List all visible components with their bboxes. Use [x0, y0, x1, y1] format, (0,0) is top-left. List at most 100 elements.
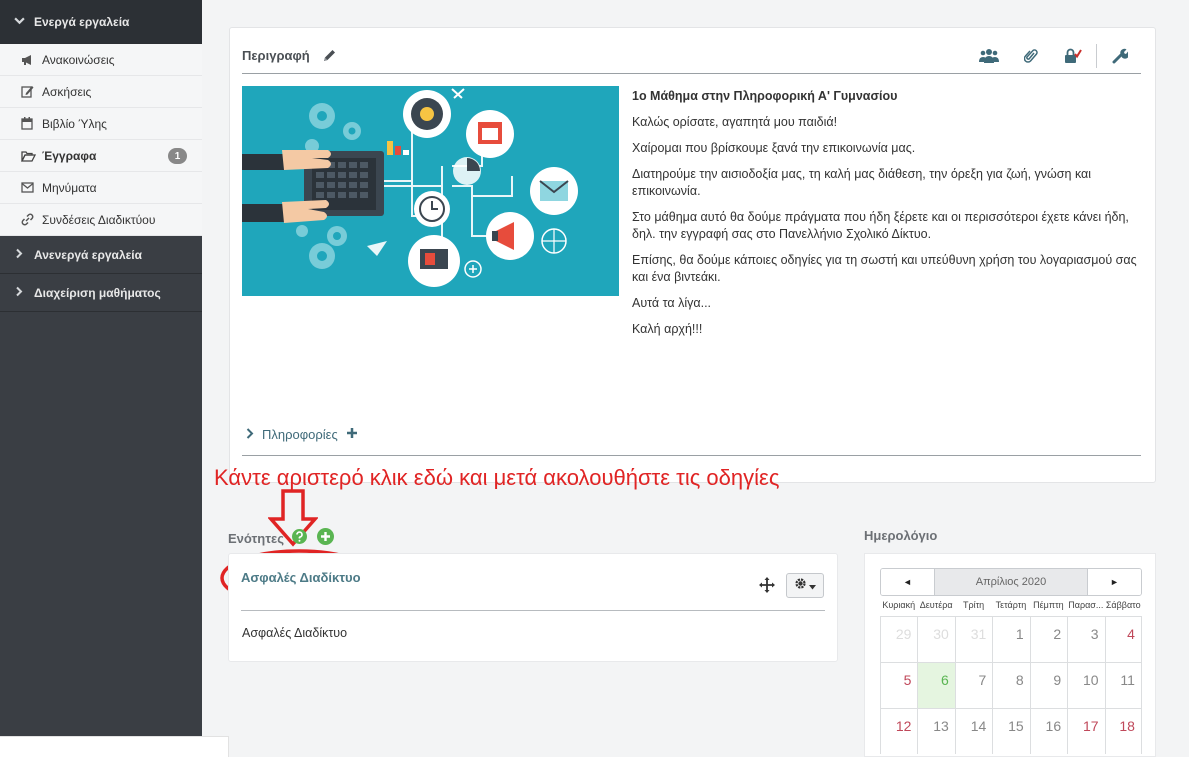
chevron-right-icon — [14, 248, 28, 262]
sidebar-item-documents[interactable]: Έγγραφα 1 — [0, 140, 202, 172]
calendar-week: 29 30 31 1 2 3 4 — [880, 616, 1142, 662]
pencil-icon[interactable] — [322, 48, 337, 63]
sections-title: Ενότητες — [228, 530, 284, 546]
description-paragraph: Χαίρομαι που βρίσκουμε ξανά την επικοινω… — [632, 141, 916, 155]
calendar-day[interactable]: 13 — [917, 709, 954, 754]
prev-month-button[interactable]: ◄ — [881, 569, 934, 595]
course-illustration — [242, 86, 619, 296]
weekday-label: Παρασ... — [1068, 600, 1104, 610]
active-tools-toggle[interactable]: Ενεργά εργαλεία — [0, 0, 202, 44]
help-icon[interactable] — [291, 529, 307, 547]
sidebar-item-label: Έγγραφα — [42, 148, 97, 163]
link-icon — [21, 213, 37, 226]
description-paragraph: Καλώς ορίσατε, αγαπητά μου παιδιά! — [632, 115, 838, 129]
calendar-day[interactable]: 18 — [1104, 709, 1142, 754]
sidebar-footer — [0, 736, 229, 757]
calendar-day[interactable]: 14 — [954, 709, 992, 754]
inactive-tools-toggle[interactable]: Ανενεργά εργαλεία — [0, 236, 202, 274]
calendar-day[interactable]: 1 — [992, 617, 1029, 662]
calendar-day[interactable]: 8 — [992, 663, 1029, 708]
lock-unlock-icon[interactable] — [1052, 48, 1094, 64]
section-title-link[interactable]: Ασφαλές Διαδίκτυο — [241, 570, 361, 585]
description-text: 1ο Μάθημα στην Πληροφορική Α' Γυμνασίου … — [632, 88, 1147, 347]
sidebar-item-links[interactable]: Συνδέσεις Διαδικτύου — [0, 204, 202, 236]
calendar-day[interactable]: 30 — [917, 617, 954, 662]
section-settings-button[interactable] — [786, 573, 824, 598]
section-content: Ασφαλές Διαδίκτυο — [242, 626, 348, 640]
toolbar-separator — [1096, 43, 1097, 68]
paperclip-icon[interactable] — [1010, 48, 1052, 64]
sidebar-item-label: Μηνύματα — [42, 180, 97, 195]
weekday-label: Κυριακή — [882, 600, 916, 610]
add-section-icon[interactable] — [316, 528, 334, 548]
description-paragraph: Αυτά τα λίγα... — [632, 296, 712, 310]
sidebar: Ενεργά εργαλεία Ανακοινώσεις Ασκήσεις Βι… — [0, 0, 202, 736]
move-icon[interactable] — [759, 577, 775, 598]
wrench-icon[interactable] — [1099, 48, 1141, 64]
calendar-day[interactable]: 29 — [880, 617, 917, 662]
sidebar-item-label: Ασκήσεις — [42, 84, 92, 99]
sidebar-item-label: Ανακοινώσεις — [42, 52, 115, 67]
calendar-panel: ◄ Απρίλιος 2020 ► Κυριακή Δευτέρα Τρίτη … — [864, 553, 1156, 757]
calendar-day[interactable]: 12 — [880, 709, 917, 754]
megaphone-icon — [21, 54, 37, 66]
calendar-grid: 29 30 31 1 2 3 4 5 6 7 8 9 10 11 12 13 1… — [880, 616, 1142, 754]
calendar-day[interactable]: 4 — [1104, 617, 1142, 662]
calendar-week: 12 13 14 15 16 17 18 — [880, 708, 1142, 754]
calendar-week: 5 6 7 8 9 10 11 — [880, 662, 1142, 708]
calendar-day-today[interactable]: 6 — [917, 663, 955, 708]
calendar-day[interactable]: 9 — [1029, 663, 1067, 708]
plus-icon[interactable] — [346, 426, 358, 443]
calendar-weekdays: Κυριακή Δευτέρα Τρίτη Τετάρτη Πέμπτη Παρ… — [880, 600, 1142, 610]
course-admin-toggle[interactable]: Διαχείριση μαθήματος — [0, 274, 202, 312]
calendar-day[interactable]: 17 — [1067, 709, 1104, 754]
description-paragraph: Καλή αρχή!!! — [632, 322, 703, 336]
sidebar-item-announcements[interactable]: Ανακοινώσεις — [0, 44, 202, 76]
calendar-day[interactable]: 5 — [880, 663, 917, 708]
description-paragraph: Στο μάθημα αυτό θα δούμε πράγματα που ήδ… — [632, 210, 1129, 241]
calendar-day[interactable]: 7 — [954, 663, 992, 708]
description-paragraph: Επίσης, θα δούμε κάποιες οδηγίες για τη … — [632, 253, 1137, 284]
calendar-day[interactable]: 2 — [1029, 617, 1067, 662]
weekday-label: Σάββατο — [1105, 600, 1141, 610]
next-month-button[interactable]: ► — [1088, 569, 1141, 595]
calendar-day[interactable]: 3 — [1067, 617, 1104, 662]
info-toggle[interactable]: Πληροφορίες — [246, 426, 358, 443]
calendar-day[interactable]: 16 — [1029, 709, 1067, 754]
divider — [242, 455, 1141, 456]
weekday-label: Τρίτη — [962, 600, 985, 610]
chevron-right-icon — [14, 286, 28, 300]
description-title: Περιγραφή — [242, 48, 310, 63]
sidebar-item-book[interactable]: Βιβλίο Ύλης — [0, 108, 202, 140]
calendar-day[interactable]: 10 — [1067, 663, 1104, 708]
course-admin-label: Διαχείριση μαθήματος — [34, 285, 161, 300]
divider — [241, 610, 825, 611]
calendar-nav: ◄ Απρίλιος 2020 ► — [880, 568, 1142, 596]
documents-count-badge: 1 — [168, 148, 187, 164]
caret-down-icon — [809, 577, 816, 595]
description-header: Περιγραφή — [242, 38, 1141, 74]
sidebar-item-label: Βιβλίο Ύλης — [42, 116, 107, 131]
gear-icon — [794, 577, 807, 595]
sidebar-item-exercises[interactable]: Ασκήσεις — [0, 76, 202, 108]
envelope-icon — [21, 182, 37, 193]
calendar-title: Ημερολόγιο — [864, 528, 938, 543]
weekday-label: Τετάρτη — [995, 600, 1027, 610]
description-heading: 1ο Μάθημα στην Πληροφορική Α' Γυμνασίου — [632, 89, 898, 103]
section-card: Ασφαλές Διαδίκτυο Ασφαλές Διαδίκτυο — [228, 553, 838, 662]
users-icon[interactable] — [968, 48, 1010, 64]
tool-list: Ανακοινώσεις Ασκήσεις Βιβλίο Ύλης Έγγραφ… — [0, 44, 202, 236]
info-label: Πληροφορίες — [262, 427, 338, 442]
chevron-right-icon — [246, 427, 254, 442]
sidebar-item-label: Συνδέσεις Διαδικτύου — [42, 212, 156, 227]
calendar-icon — [21, 117, 37, 130]
calendar-day[interactable]: 15 — [992, 709, 1029, 754]
folder-open-icon — [21, 150, 37, 162]
sidebar-item-messages[interactable]: Μηνύματα — [0, 172, 202, 204]
description-panel: Περιγραφή 1ο Μάθημα στην Πληροφορική Α' … — [229, 27, 1156, 483]
instruction-annotation: Κάντε αριστερό κλικ εδώ και μετά ακολουθ… — [214, 465, 780, 490]
weekday-label: Πέμπτη — [1033, 600, 1064, 610]
calendar-day[interactable]: 11 — [1104, 663, 1142, 708]
calendar-day[interactable]: 31 — [954, 617, 992, 662]
calendar-month-label: Απρίλιος 2020 — [934, 569, 1088, 595]
